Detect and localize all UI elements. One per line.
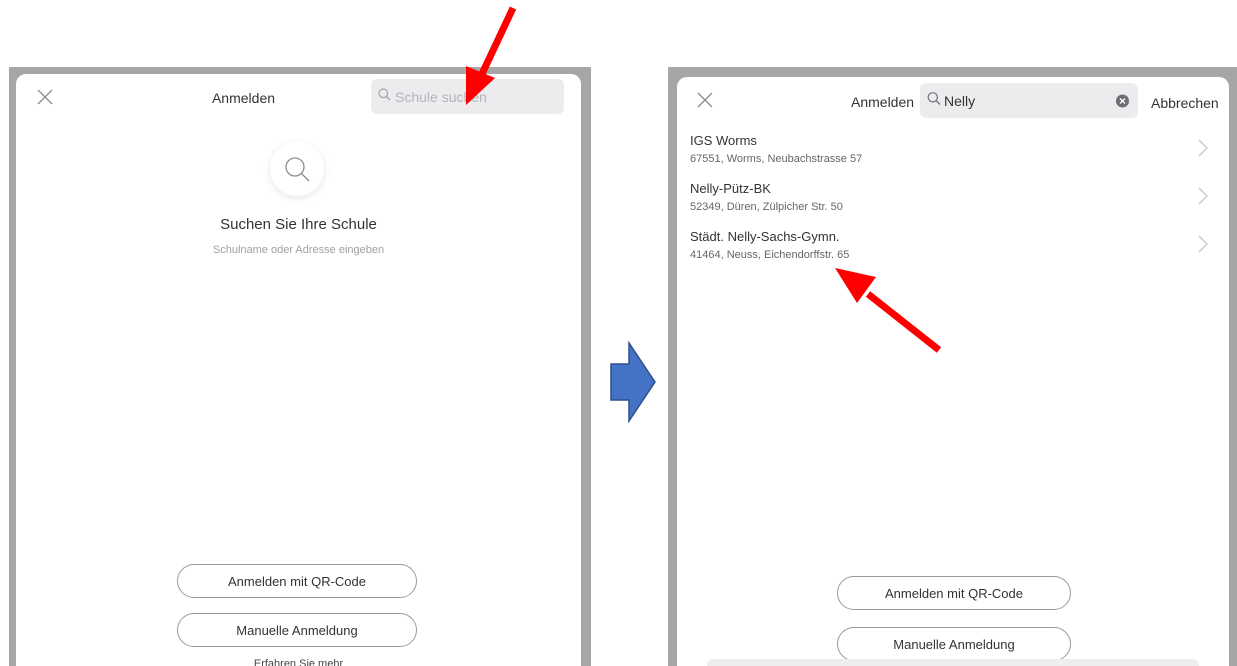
annotation-overlay (466, 6, 942, 424)
annotation-arrow-icon (835, 268, 942, 353)
annotation-arrow-icon (466, 6, 517, 105)
transition-arrow-icon (610, 340, 656, 424)
